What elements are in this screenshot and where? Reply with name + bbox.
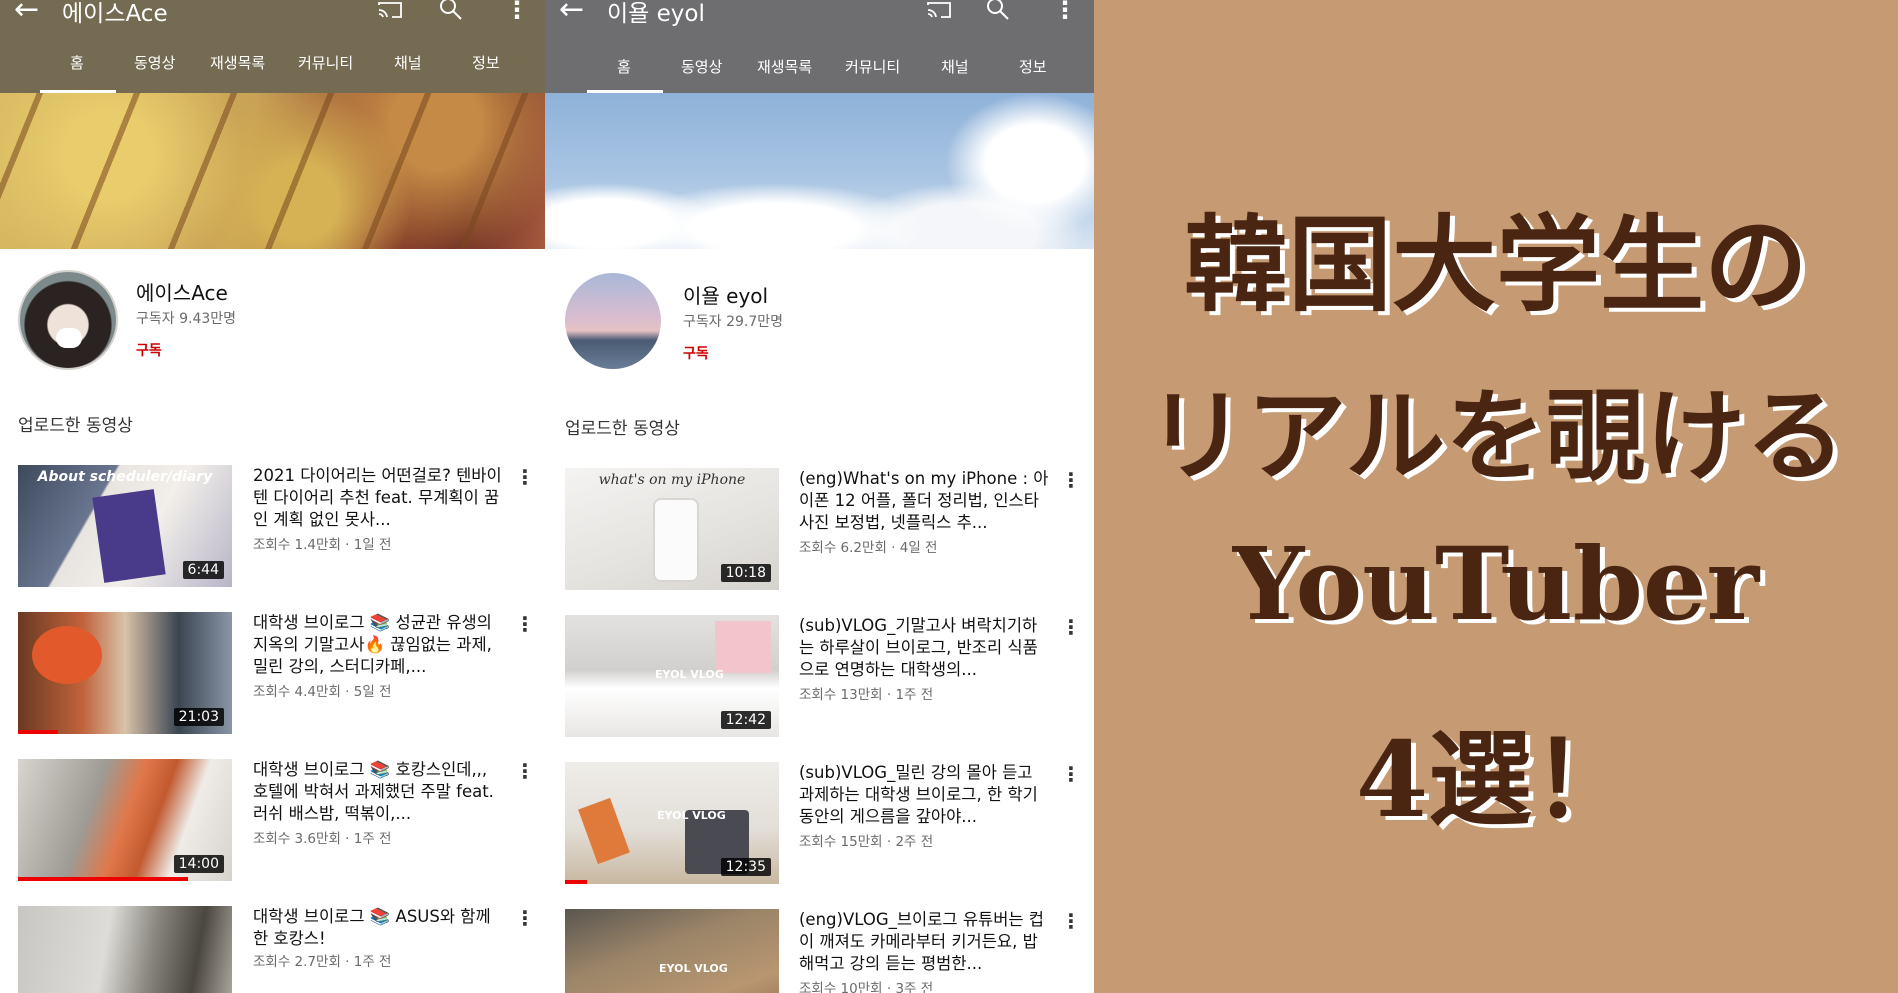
video-duration: 14:00 — [173, 855, 224, 873]
app-bar: ← 에이스Ace ⋮ 홈 동영상 재생목록 커뮤니티 채널 정보 — [0, 0, 545, 93]
thumbnail-watermark: EYOL VLOG — [657, 809, 726, 822]
more-vert-icon[interactable]: ⋮ — [515, 759, 535, 783]
video-meta: 조회수 2.7만회 · 1주 전 — [253, 954, 392, 970]
promo-heading: 韓国大学生の リアルを覗ける YouTuber 4選！ — [1094, 0, 1898, 993]
video-title[interactable]: 대학생 브이로그 📚 ASUS와 함께한 호캉스! — [253, 906, 503, 950]
list-item[interactable]: 14:00 대학생 브이로그 📚 호캉스인데,,, 호텔에 박혀서 과제했던 주… — [18, 759, 538, 881]
promo-line-4: 4選！ — [1355, 718, 1637, 841]
avatar[interactable] — [18, 270, 118, 370]
video-meta: 조회수 6.2만회 · 4일 전 — [799, 540, 938, 556]
more-vert-icon[interactable]: ⋮ — [1061, 762, 1081, 786]
cast-icon[interactable] — [927, 2, 951, 18]
section-title: 업로드한 동영상 — [565, 419, 680, 439]
video-thumbnail[interactable]: About scheduler/diary 6:44 — [18, 465, 232, 587]
subscribe-button[interactable]: 구독 — [683, 343, 709, 363]
subscriber-count: 구독자 29.7만명 — [683, 314, 784, 330]
thumbnail-caption: what's on my iPhone — [598, 472, 746, 488]
video-meta: 조회수 15만회 · 2주 전 — [799, 834, 934, 850]
video-meta: 조회수 13만회 · 1주 전 — [799, 687, 934, 703]
video-meta: 조회수 1.4만회 · 1일 전 — [253, 537, 392, 553]
cast-icon[interactable] — [378, 2, 402, 18]
thumbnail-caption: About scheduler/diary — [37, 469, 213, 485]
more-vert-icon[interactable]: ⋮ — [1053, 0, 1077, 24]
tab-videos[interactable]: 동영상 — [681, 56, 722, 77]
channel-name: 이욜 eyol — [683, 284, 769, 308]
video-thumbnail[interactable]: EYOL VLOG 12:35 — [565, 762, 779, 884]
video-title[interactable]: (sub)VLOG_밀린 강의 몰아 듣고 과제하는 대학생 브이로그, 한 학… — [799, 762, 1049, 828]
app-bar: ← 이욜 eyol ⋮ 홈 동영상 재생목록 커뮤니티 채널 정보 — [545, 0, 1094, 93]
video-title[interactable]: (eng)What's on my iPhone : 아이폰 12 어플, 폴더… — [799, 468, 1049, 534]
video-title[interactable]: 대학생 브이로그 📚 성균관 유생의 지옥의 기말고사🔥 끊임없는 과제, 밀린… — [253, 612, 503, 678]
list-item[interactable]: EYOL VLOG 12:42 (sub)VLOG_기말고사 벼락치기하는 하루… — [565, 615, 1085, 737]
channel-name: 에이스Ace — [136, 281, 228, 305]
channel-panel-eyol: ← 이욜 eyol ⋮ 홈 동영상 재생목록 커뮤니티 채널 정보 이욜 eyo… — [545, 0, 1094, 993]
thumbnail-watermark: EYOL VLOG — [659, 962, 728, 975]
video-thumbnail[interactable] — [18, 906, 232, 993]
channel-panel-ace: ← 에이스Ace ⋮ 홈 동영상 재생목록 커뮤니티 채널 정보 에이스Ace … — [0, 0, 545, 993]
tab-about[interactable]: 정보 — [472, 52, 500, 73]
tab-home[interactable]: 홈 — [70, 52, 84, 73]
video-title[interactable]: (eng)VLOG_브이로그 유튜버는 컵이 깨져도 카메라부터 키거든요, 밥… — [799, 909, 1049, 975]
video-title[interactable]: 대학생 브이로그 📚 호캉스인데,,, 호텔에 박혀서 과제했던 주말 feat… — [253, 759, 503, 825]
channel-banner — [545, 93, 1094, 249]
list-item[interactable]: About scheduler/diary 6:44 2021 다이어리는 어떤… — [18, 465, 538, 587]
more-vert-icon[interactable]: ⋮ — [1061, 468, 1081, 492]
video-title[interactable]: (sub)VLOG_기말고사 벼락치기하는 하루살이 브이로그, 반조리 식품으… — [799, 615, 1049, 681]
promo-line-1: 韓国大学生の — [1183, 203, 1808, 326]
watch-progress — [18, 730, 58, 734]
thumbnail-watermark: EYOL VLOG — [655, 668, 724, 681]
list-item[interactable]: EYOL VLOG (eng)VLOG_브이로그 유튜버는 컵이 깨져도 카메라… — [565, 909, 1085, 993]
back-arrow-icon[interactable]: ← — [559, 0, 584, 27]
promo-line-3: YouTuber — [1232, 525, 1760, 643]
video-thumbnail[interactable]: 21:03 — [18, 612, 232, 734]
search-icon[interactable] — [438, 0, 464, 22]
tab-playlists[interactable]: 재생목록 — [210, 52, 265, 73]
tab-community[interactable]: 커뮤니티 — [298, 52, 353, 73]
back-arrow-icon[interactable]: ← — [14, 0, 39, 27]
video-duration: 12:35 — [720, 858, 771, 876]
section-title: 업로드한 동영상 — [18, 416, 133, 436]
more-vert-icon[interactable]: ⋮ — [1061, 909, 1081, 933]
list-item[interactable]: EYOL VLOG 12:35 (sub)VLOG_밀린 강의 몰아 듣고 과제… — [565, 762, 1085, 884]
video-meta: 조회수 4.4만회 · 5일 전 — [253, 684, 392, 700]
tab-channels[interactable]: 채널 — [941, 56, 969, 77]
tab-videos[interactable]: 동영상 — [134, 52, 175, 73]
video-duration: 6:44 — [182, 561, 224, 579]
more-vert-icon[interactable]: ⋮ — [505, 0, 529, 24]
more-vert-icon[interactable]: ⋮ — [515, 465, 535, 489]
search-icon[interactable] — [985, 0, 1011, 22]
video-thumbnail[interactable]: what's on my iPhone 10:18 — [565, 468, 779, 590]
video-meta: 조회수 10만회 · 3주 전 — [799, 981, 934, 993]
tab-about[interactable]: 정보 — [1019, 56, 1047, 77]
tab-home[interactable]: 홈 — [617, 56, 631, 77]
video-duration: 21:03 — [173, 708, 224, 726]
subscriber-count: 구독자 9.43만명 — [136, 311, 237, 327]
video-title[interactable]: 2021 다이어리는 어떤걸로? 텐바이텐 다이어리 추천 feat. 무계획이… — [253, 465, 503, 531]
tab-playlists[interactable]: 재생목록 — [757, 56, 812, 77]
channel-title: 이욜 eyol — [607, 1, 705, 27]
watch-progress — [565, 880, 587, 884]
video-duration: 10:18 — [720, 564, 771, 582]
more-vert-icon[interactable]: ⋮ — [1061, 615, 1081, 639]
tab-channels[interactable]: 채널 — [394, 52, 422, 73]
channel-title: 에이스Ace — [62, 1, 168, 27]
more-vert-icon[interactable]: ⋮ — [515, 612, 535, 636]
promo-line-2: リアルを覗ける — [1146, 377, 1846, 495]
list-item[interactable]: 대학생 브이로그 📚 ASUS와 함께한 호캉스! 조회수 2.7만회 · 1주… — [18, 906, 538, 993]
watch-progress — [18, 877, 188, 881]
video-thumbnail[interactable]: EYOL VLOG — [565, 909, 779, 993]
video-duration: 12:42 — [720, 711, 771, 729]
subscribe-button[interactable]: 구독 — [136, 340, 162, 360]
avatar[interactable] — [565, 273, 661, 369]
channel-banner — [0, 93, 545, 249]
list-item[interactable]: what's on my iPhone 10:18 (eng)What's on… — [565, 468, 1085, 590]
list-item[interactable]: 21:03 대학생 브이로그 📚 성균관 유생의 지옥의 기말고사🔥 끊임없는 … — [18, 612, 538, 734]
more-vert-icon[interactable]: ⋮ — [515, 906, 535, 930]
tab-community[interactable]: 커뮤니티 — [845, 56, 900, 77]
video-meta: 조회수 3.6만회 · 1주 전 — [253, 831, 392, 847]
channel-tabs: 홈 동영상 재생목록 커뮤니티 채널 정보 — [545, 50, 1094, 93]
channel-tabs: 홈 동영상 재생목록 커뮤니티 채널 정보 — [0, 50, 545, 93]
video-thumbnail[interactable]: EYOL VLOG 12:42 — [565, 615, 779, 737]
video-thumbnail[interactable]: 14:00 — [18, 759, 232, 881]
